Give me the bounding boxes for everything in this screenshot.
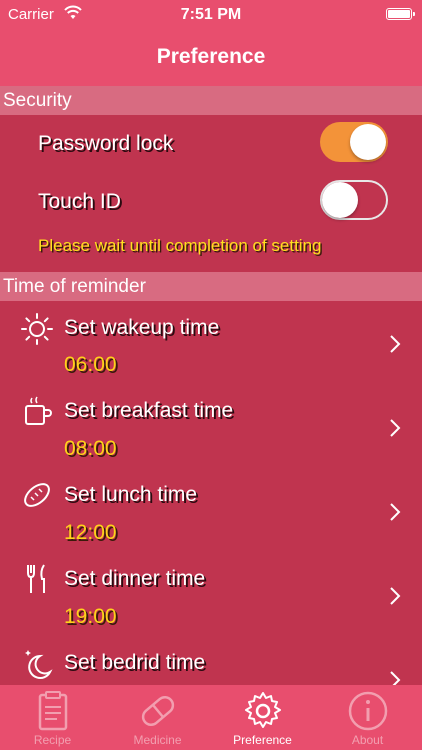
tab-label: Preference (233, 733, 292, 747)
tab-bar: Recipe Medicine Preference About (0, 685, 422, 750)
navigation-bar: Preference (0, 30, 422, 86)
tab-medicine[interactable]: Medicine (105, 685, 210, 750)
status-bar: Carrier 7:51 PM (0, 0, 422, 30)
reminder-time: 08:00 (64, 437, 117, 460)
setting-warning-text: Please wait until completion of setting (38, 236, 322, 255)
status-time: 7:51 PM (180, 6, 242, 23)
reminder-time: 06:00 (64, 353, 117, 376)
sun-icon (21, 313, 53, 345)
reminder-label: Set dinner time (64, 567, 206, 590)
reminder-label: Set bedrid time (64, 651, 206, 674)
password-lock-label: Password lock (38, 132, 174, 155)
tab-recipe[interactable]: Recipe (0, 685, 105, 750)
reminder-time: 19:00 (64, 605, 117, 628)
reminder-label: Set wakeup time (64, 316, 220, 339)
tab-about[interactable]: About (315, 685, 420, 750)
section-header-reminder: Time of reminder (0, 272, 422, 301)
chevron-right-icon (390, 587, 401, 605)
chevron-right-icon (390, 503, 401, 521)
coffee-cup-icon (25, 396, 52, 425)
tab-label: Recipe (33, 733, 72, 747)
info-icon (348, 691, 388, 731)
battery-icon (386, 8, 415, 20)
chevron-right-icon (390, 419, 401, 437)
tab-label: Medicine (133, 733, 182, 747)
tab-preference[interactable]: Preference (210, 685, 315, 750)
bread-icon (24, 483, 50, 507)
section-header-security: Security (0, 86, 422, 115)
toggle-knob (322, 182, 358, 218)
chevron-right-icon (390, 335, 401, 353)
reminder-label: Set breakfast time (64, 399, 234, 422)
reminder-time: 12:00 (64, 521, 117, 544)
clipboard-icon (38, 691, 68, 731)
tab-label: About (351, 733, 384, 747)
page-title: Preference (156, 45, 266, 68)
pill-icon (141, 695, 175, 727)
moon-stars-icon (25, 650, 53, 679)
touch-id-toggle[interactable] (320, 180, 388, 220)
password-lock-toggle[interactable] (320, 122, 388, 162)
gear-icon (245, 692, 281, 728)
reminder-label: Set lunch time (64, 483, 198, 506)
fork-knife-icon (27, 564, 45, 593)
toggle-knob (350, 124, 386, 160)
touch-id-label: Touch ID (38, 190, 121, 213)
